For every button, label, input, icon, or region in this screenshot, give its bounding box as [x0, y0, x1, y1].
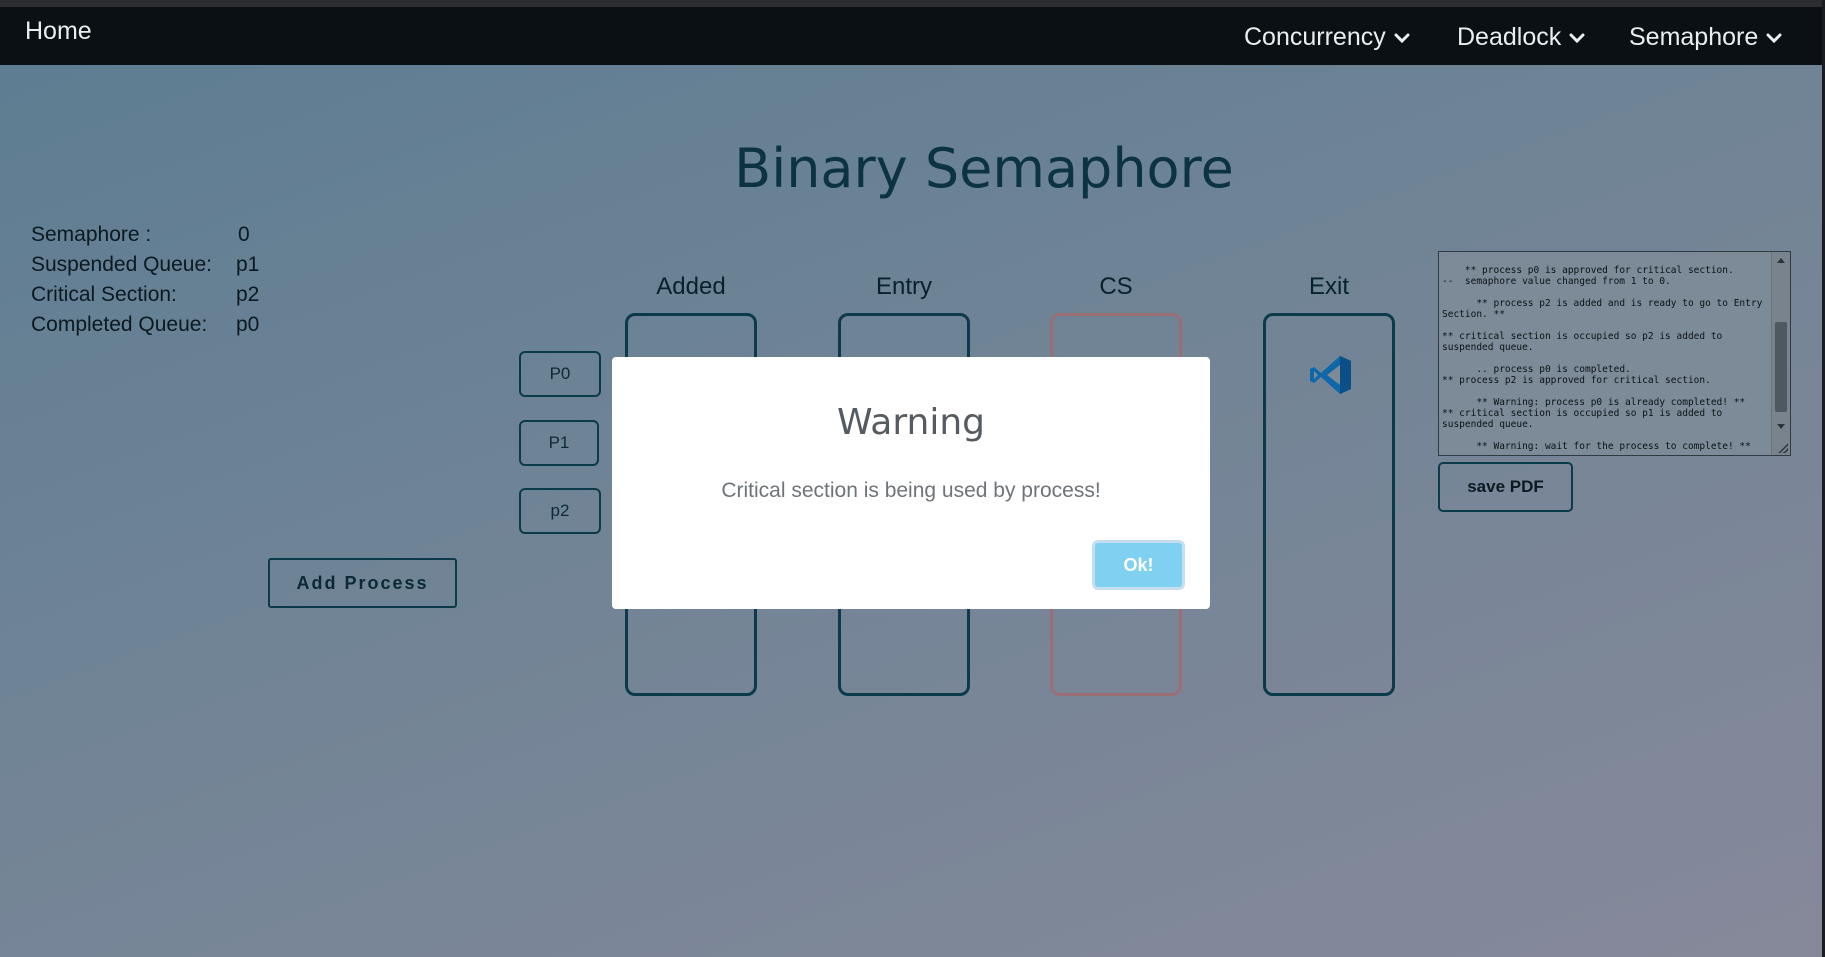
modal-title: Warning	[836, 402, 985, 443]
stat-value: p1	[236, 253, 260, 276]
nav-item-label: Concurrency	[1244, 23, 1386, 51]
modal-message: Critical section is being used by proces…	[721, 479, 1101, 502]
nav-item-label: Semaphore	[1629, 23, 1759, 51]
chevron-down-icon	[1766, 30, 1782, 46]
stat-label: Semaphore :	[31, 223, 152, 246]
nav-home-link[interactable]: Home	[25, 17, 92, 46]
column-label-entry: Entry	[875, 273, 932, 300]
stat-label: Suspended Queue:	[31, 253, 212, 276]
nav-item-label: Deadlock	[1457, 23, 1562, 51]
nav-item-deadlock[interactable]: Deadlock	[1457, 23, 1585, 52]
column-label-added: Added	[656, 273, 726, 300]
process-button-p2[interactable]: p2	[519, 488, 601, 534]
resize-grip-icon[interactable]	[1778, 443, 1788, 453]
stat-label: Critical Section:	[31, 283, 177, 306]
log-scrollbar[interactable]	[1771, 252, 1790, 455]
scroll-up-icon[interactable]	[1777, 258, 1785, 263]
stat-label: Completed Queue:	[31, 313, 208, 336]
stat-value: 0	[238, 223, 250, 246]
scroll-thumb[interactable]	[1775, 322, 1787, 412]
add-process-button[interactable]: Add Process	[268, 558, 457, 608]
process-button-p1[interactable]: P1	[519, 420, 599, 466]
event-log-textarea[interactable]: ** process p0 is approved for critical s…	[1438, 251, 1791, 456]
chevron-down-icon	[1394, 30, 1410, 46]
column-label-cs: CS	[1099, 273, 1133, 300]
warning-modal: Warning Critical section is being used b…	[612, 357, 1210, 609]
stat-value: p0	[236, 313, 260, 336]
ok-button[interactable]: Ok!	[1092, 540, 1185, 590]
vscode-icon	[1309, 354, 1353, 396]
process-button-p0[interactable]: P0	[519, 351, 601, 397]
column-label-exit: Exit	[1308, 273, 1349, 300]
nav-item-concurrency[interactable]: Concurrency	[1244, 23, 1410, 52]
scroll-down-icon[interactable]	[1777, 424, 1785, 429]
navbar: Home Concurrency Deadlock Semaphore	[0, 7, 1825, 65]
nav-item-semaphore[interactable]: Semaphore	[1629, 23, 1782, 52]
save-pdf-button[interactable]: save PDF	[1438, 462, 1573, 512]
exit-column	[1263, 313, 1395, 696]
event-log-text: ** process p0 is approved for critical s…	[1442, 265, 1763, 452]
stat-value: p2	[236, 283, 260, 306]
page-title: Binary Semaphore	[734, 137, 1234, 200]
chevron-down-icon	[1569, 30, 1585, 46]
window-top-strip	[0, 0, 1825, 7]
